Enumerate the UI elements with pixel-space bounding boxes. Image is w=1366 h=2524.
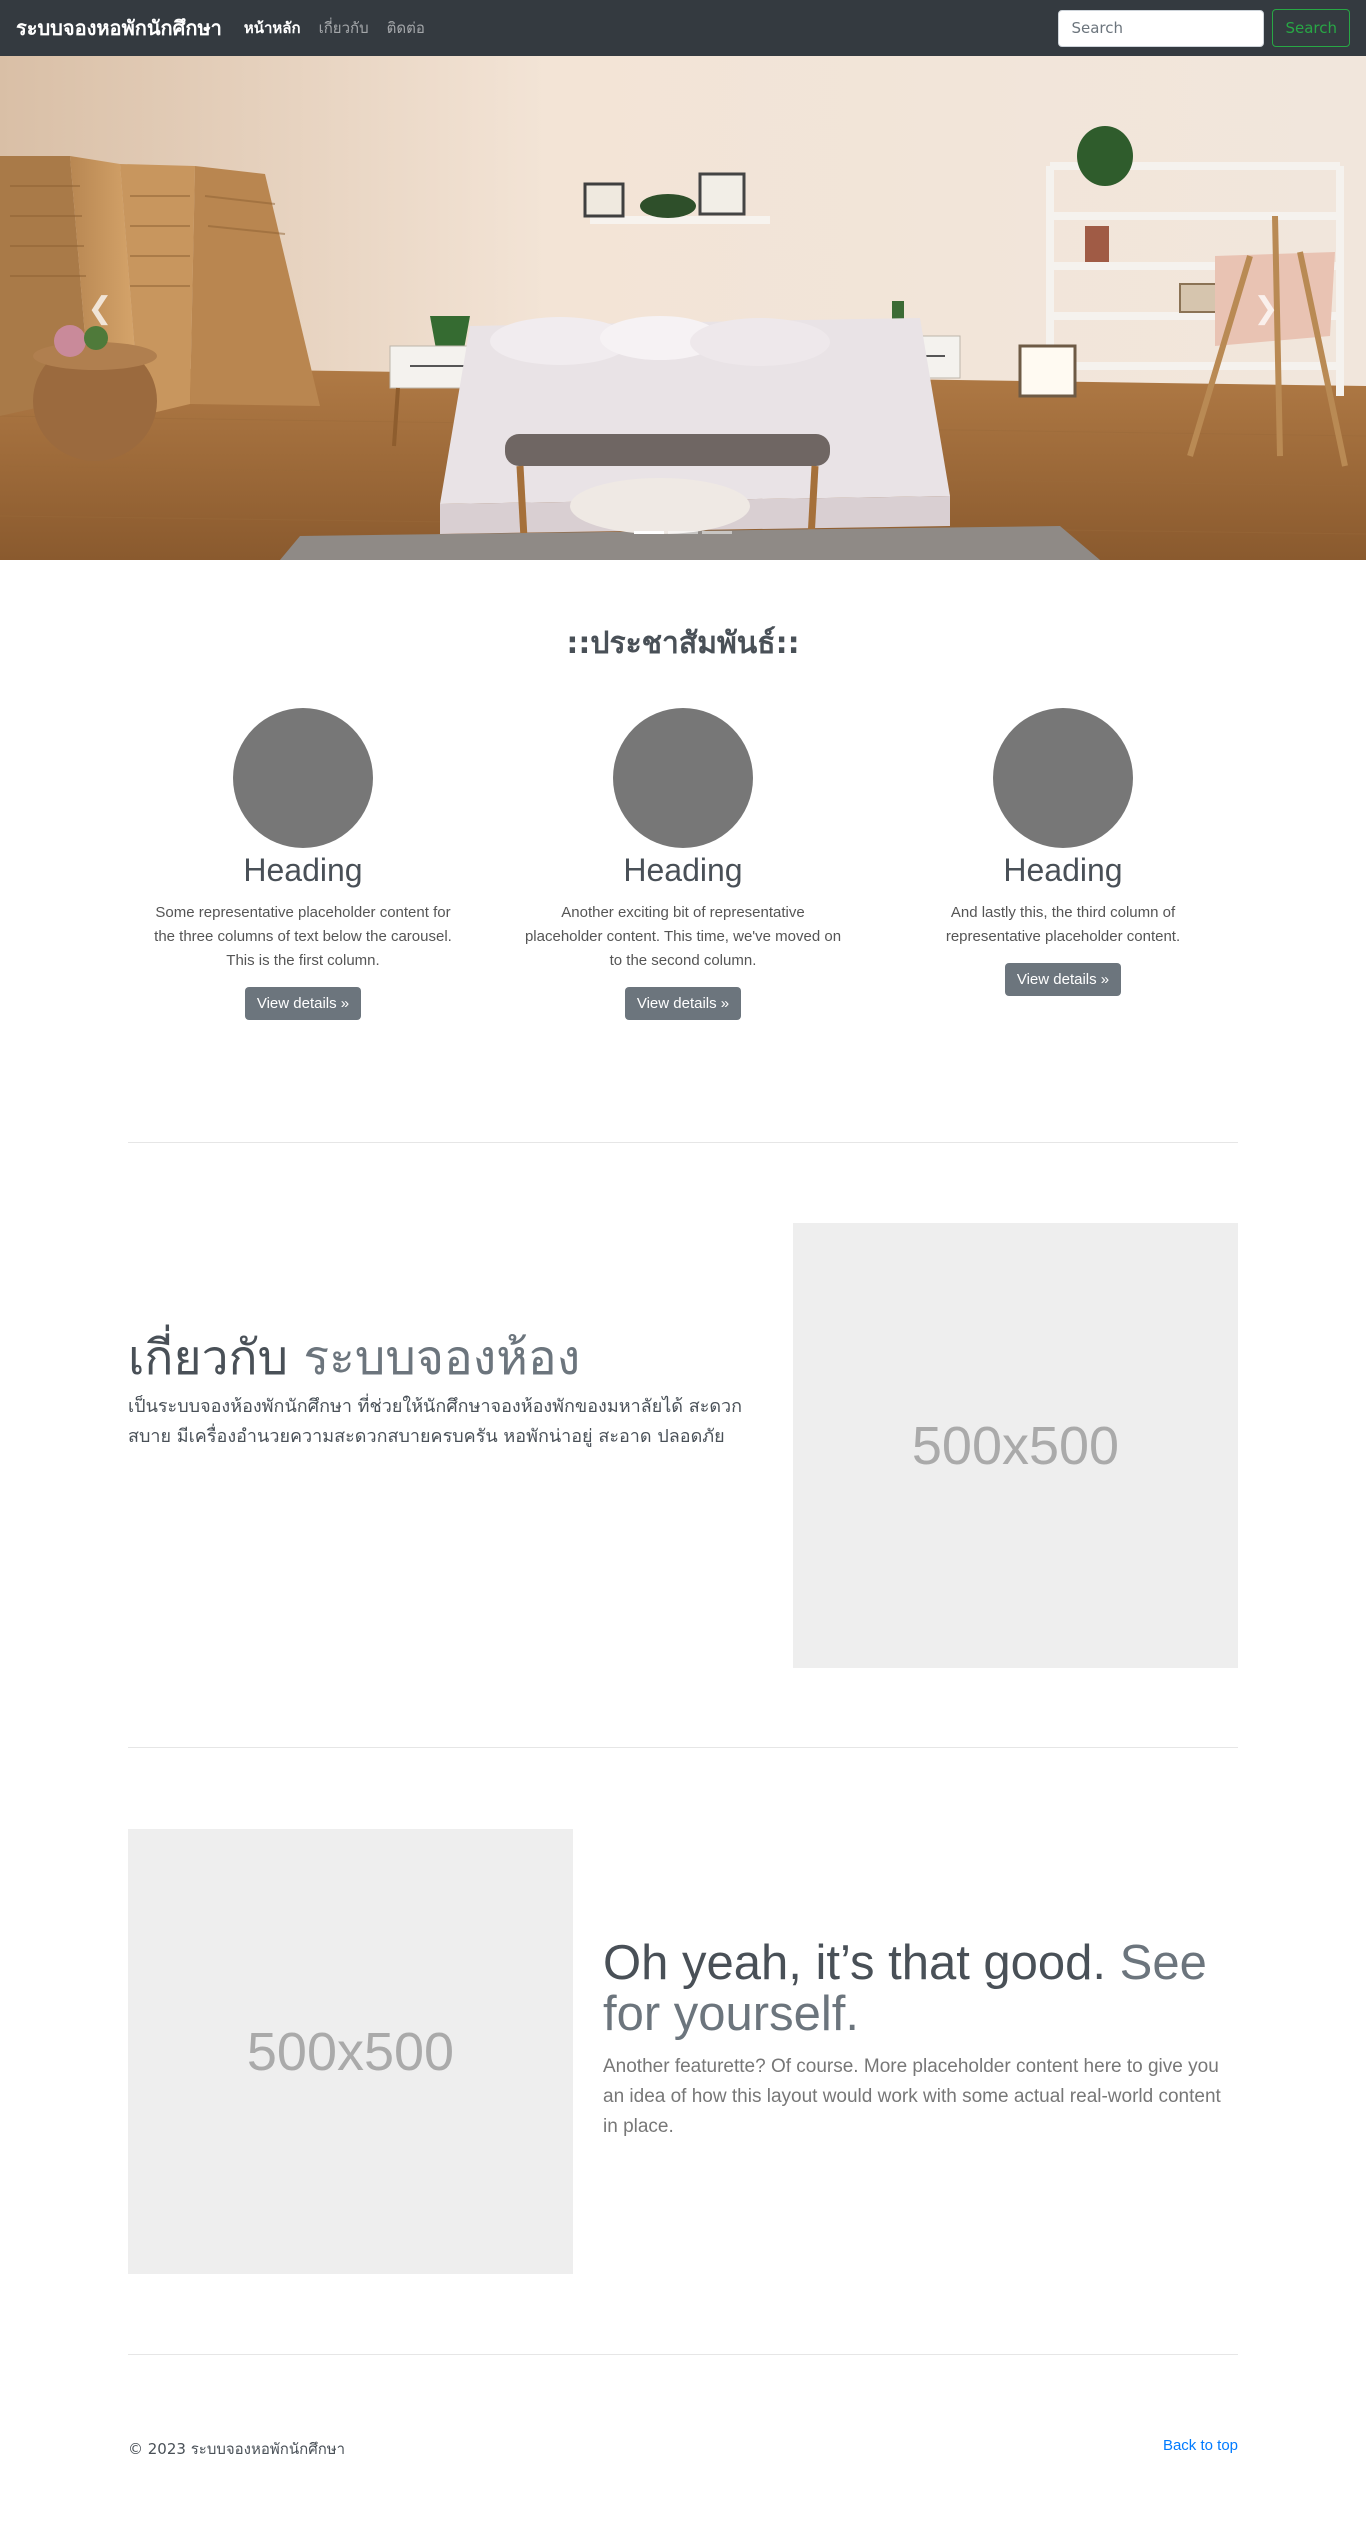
carousel: ❮ ❯ — [0, 56, 1366, 560]
search-form: Search — [1058, 9, 1350, 47]
marketing-column-2: Heading Another exciting bit of represen… — [518, 708, 848, 1020]
featurette-heading-main: Oh yeah, it’s that good. — [603, 1936, 1107, 1990]
carousel-next-button[interactable]: ❯ — [1166, 56, 1366, 560]
search-button[interactable]: Search — [1272, 9, 1350, 47]
carousel-indicator-1[interactable] — [634, 531, 664, 534]
column-heading: Heading — [623, 852, 743, 888]
carousel-indicator-2[interactable] — [668, 531, 698, 534]
column-heading: Heading — [1003, 852, 1123, 888]
featurette-heading-main: เกี่ยวกับ — [128, 1330, 289, 1386]
chevron-left-icon: ❮ — [87, 290, 113, 326]
column-image-placeholder — [613, 708, 753, 848]
nav-link-about[interactable]: เกี่ยวกับ — [319, 16, 369, 40]
nav-link-contact[interactable]: ติดต่อ — [387, 16, 425, 40]
placeholder-size-label: 500x500 — [911, 1415, 1120, 1476]
marketing-column-3: Heading And lastly this, the third colum… — [898, 708, 1228, 996]
featurette-heading: Oh yeah, it’s that good. See for yoursel… — [603, 1938, 1238, 2040]
column-image-placeholder — [993, 708, 1133, 848]
marketing-column-1: Heading Some representative placeholder … — [138, 708, 468, 1020]
footer-copyright: © 2023 ระบบจองหอพักนักศึกษา — [128, 2440, 346, 2458]
featurette-lead: Another featurette? Of course. More plac… — [603, 2055, 1221, 2137]
view-details-button[interactable]: View details » — [1004, 963, 1122, 996]
carousel-bedroom-image — [0, 56, 1366, 560]
column-heading: Heading — [243, 852, 363, 888]
search-input[interactable] — [1058, 9, 1265, 47]
featurette-good: Oh yeah, it’s that good. See for yoursel… — [603, 1938, 1238, 2142]
featurette-heading: เกี่ยวกับ ระบบจองห้อง — [128, 1330, 748, 1388]
featurette-divider — [128, 1142, 1238, 1143]
view-details-button[interactable]: View details » — [244, 987, 362, 1020]
brand-link[interactable]: ระบบจองหอพักนักศึกษา — [16, 12, 222, 44]
column-text: Some representative placeholder content … — [154, 904, 452, 969]
placeholder-size-label: 500x500 — [246, 2021, 455, 2082]
nav-link-home[interactable]: หน้าหลัก — [244, 16, 301, 40]
pr-heading: ::ประชาสัมพันธ์:: — [566, 626, 800, 661]
featurette-image-placeholder: 500x500 — [793, 1223, 1238, 1668]
featurette-about: เกี่ยวกับ ระบบจองห้อง เป็นระบบจองห้องพัก… — [128, 1330, 748, 1452]
featurette-divider — [128, 1747, 1238, 1748]
column-text: And lastly this, the third column of rep… — [945, 904, 1181, 945]
view-details-button[interactable]: View details » — [624, 987, 742, 1020]
featurette-heading-muted: ระบบจองห้อง — [303, 1330, 581, 1386]
carousel-indicator-3[interactable] — [702, 531, 732, 534]
carousel-prev-button[interactable]: ❮ — [0, 56, 200, 560]
featurette-image-placeholder: 500x500 — [128, 1829, 573, 2274]
column-image-placeholder — [233, 708, 373, 848]
back-to-top-link[interactable]: Back to top — [1163, 2437, 1238, 2454]
featurette-divider — [128, 2354, 1238, 2355]
carousel-indicators — [0, 531, 1366, 534]
featurette-lead: เป็นระบบจองห้องพักนักศึกษา ที่ช่วยให้นัก… — [128, 1395, 743, 1447]
chevron-right-icon: ❯ — [1253, 290, 1279, 326]
column-text: Another exciting bit of representative p… — [524, 904, 842, 969]
navbar: ระบบจองหอพักนักศึกษา หน้าหลัก เกี่ยวกับ … — [0, 0, 1366, 56]
